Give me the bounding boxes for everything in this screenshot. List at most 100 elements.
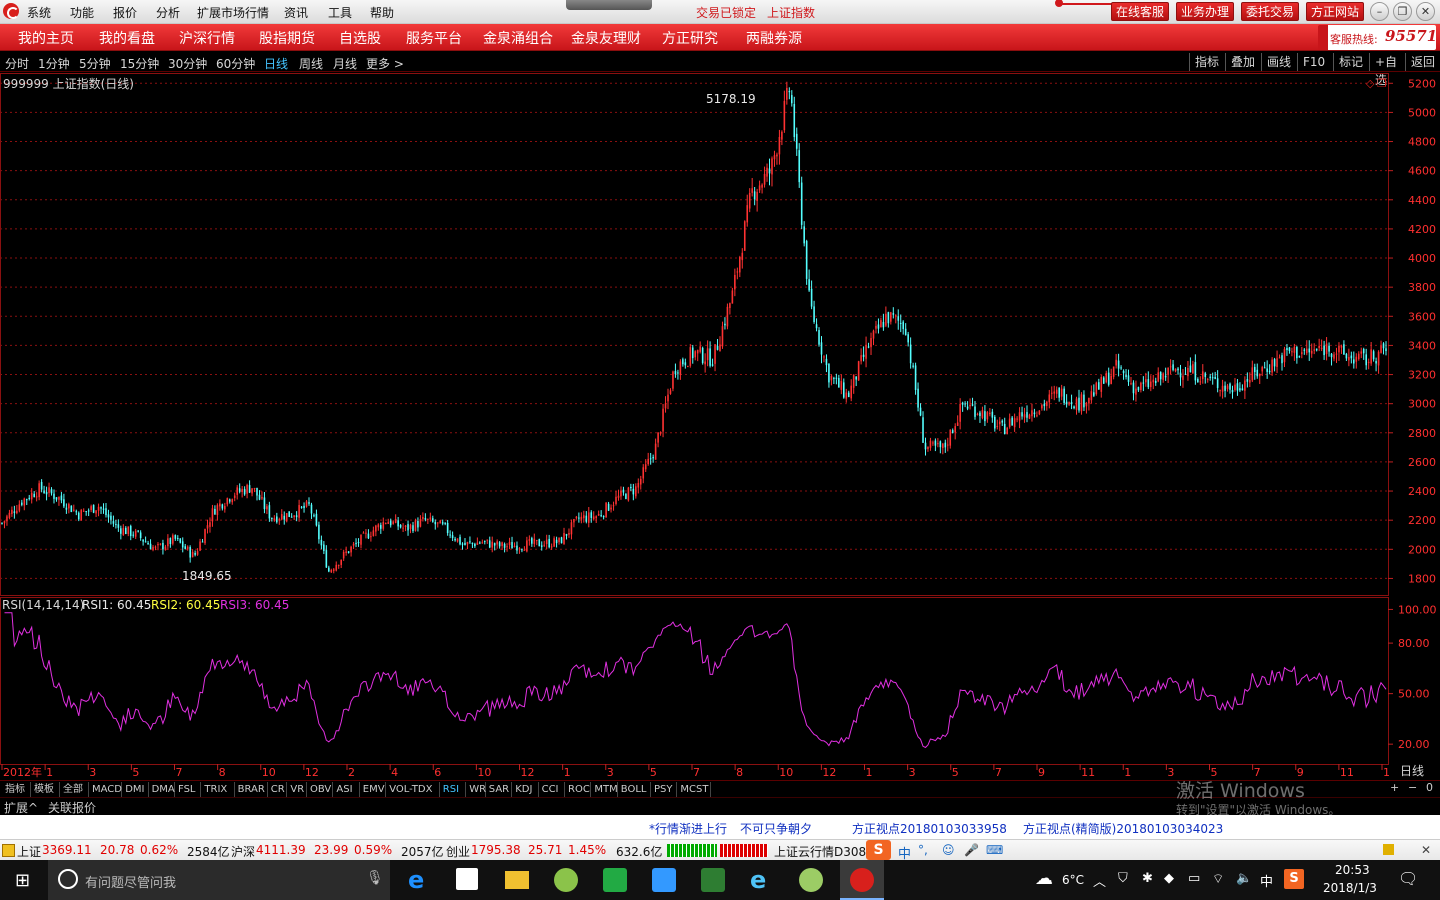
browser-360-icon[interactable]	[554, 868, 578, 892]
ime-voice-icon[interactable]: 🎤	[964, 843, 979, 857]
indicator-tab[interactable]: ASI	[333, 782, 360, 797]
indicator-tab[interactable]: 全部	[60, 782, 89, 797]
mark-button[interactable]: 标记	[1333, 53, 1369, 71]
tray-icon[interactable]	[1383, 844, 1394, 855]
window-icon[interactable]: ❐	[1377, 77, 1387, 90]
iqiyi-icon[interactable]	[701, 868, 725, 892]
back-button[interactable]: 返回	[1405, 53, 1440, 71]
indicator-tab[interactable]: RSI	[440, 782, 467, 797]
sogou-ime-icon[interactable]: S	[866, 840, 891, 860]
period-weekly[interactable]: 周线	[299, 55, 323, 72]
indicator-tab[interactable]: MTM	[591, 782, 618, 797]
news-item[interactable]: 不可只争朝夕	[740, 820, 812, 837]
indicator-tab[interactable]: DMI	[122, 782, 149, 797]
indicator-tab[interactable]: BOLL	[618, 782, 651, 797]
network-diamond-icon[interactable]: ◆	[1164, 871, 1174, 886]
menu-ext-market[interactable]: 扩展市场行情	[197, 4, 269, 21]
period-60min[interactable]: 60分钟	[216, 55, 255, 72]
nav-research[interactable]: 方正研究	[662, 28, 718, 48]
ime-indicator[interactable]: 中	[1260, 871, 1273, 890]
news-item[interactable]: 方正视点(精简版)20180103034023	[1023, 820, 1223, 837]
nav-margin-source[interactable]: 两融券源	[746, 28, 802, 48]
nav-service[interactable]: 服务平台	[406, 28, 462, 48]
video-player-icon[interactable]	[652, 868, 676, 892]
nav-index-futures[interactable]: 股指期货	[259, 28, 315, 48]
transparency-slider[interactable]	[1055, 0, 1114, 11]
ime-punct-icon[interactable]: °,	[918, 843, 928, 857]
period-15min[interactable]: 15分钟	[120, 55, 159, 72]
indicator-tab[interactable]: 模板	[31, 782, 60, 797]
business-button[interactable]: 业务办理	[1176, 2, 1234, 21]
f10-button[interactable]: F10	[1297, 53, 1333, 71]
weather-cloud-icon[interactable]: ☁	[1035, 868, 1053, 889]
period-5min[interactable]: 5分钟	[79, 55, 111, 72]
menu-function[interactable]: 功能	[70, 4, 94, 21]
indicator-tab[interactable]: BRAR	[235, 782, 268, 797]
ime-emoji-icon[interactable]: ☺	[942, 843, 955, 857]
nav-jqy-finance[interactable]: 金泉友理财	[571, 28, 641, 48]
microphone-icon[interactable]: 🎙	[366, 870, 384, 886]
period-monthly[interactable]: 月线	[333, 55, 357, 72]
volume-icon[interactable]: 🔈	[1236, 871, 1252, 886]
news-item[interactable]: 方正视点20180103033958	[852, 820, 1007, 837]
ime-keyboard-icon[interactable]: ⌨	[986, 843, 1003, 857]
nav-watchlist[interactable]: 自选股	[339, 28, 381, 48]
minimize-icon[interactable]: –	[1370, 2, 1389, 21]
indicator-tab[interactable]: WR	[466, 782, 486, 797]
indicator-tab[interactable]: MCST	[677, 782, 711, 797]
file-explorer-icon[interactable]	[505, 871, 529, 889]
period-1min[interactable]: 1分钟	[38, 55, 70, 72]
related-quote-button[interactable]: 关联报价	[48, 799, 96, 816]
founder-website-button[interactable]: 方正网站	[1306, 2, 1364, 21]
indicator-tab[interactable]: ROC	[565, 782, 592, 797]
close-small-icon[interactable]: ✕	[1421, 843, 1431, 857]
zoom-in-icon[interactable]: +	[1390, 781, 1399, 794]
indicator-tab[interactable]: MACD	[89, 782, 123, 797]
expand-button[interactable]: 扩展^	[4, 799, 38, 816]
add-watch-button[interactable]: +自选	[1369, 53, 1405, 87]
nav-hs-market[interactable]: 沪深行情	[179, 28, 235, 48]
indicator-tab[interactable]: 指标	[2, 782, 31, 797]
reset-icon[interactable]: 0	[1426, 781, 1433, 794]
tray-chevron-icon[interactable]: ︿	[1093, 871, 1106, 890]
battery-icon[interactable]: ▭	[1188, 871, 1200, 886]
indicator-tab[interactable]: VR	[287, 782, 307, 797]
indicator-tab[interactable]: SAR	[486, 782, 513, 797]
shield-icon[interactable]: ⛉	[1118, 871, 1128, 886]
indicator-tab[interactable]: PSY	[651, 782, 678, 797]
wifi-icon[interactable]: ⌔	[1212, 871, 1224, 887]
indicator-tab[interactable]: TRIX	[201, 782, 235, 797]
app-icon[interactable]	[799, 868, 823, 892]
menu-analysis[interactable]: 分析	[156, 4, 180, 21]
indicator-tab[interactable]: KDJ	[512, 782, 539, 797]
close-icon[interactable]: ✕	[1416, 2, 1435, 21]
overlay-button[interactable]: 叠加	[1225, 53, 1261, 71]
indicator-tab[interactable]: CR	[268, 782, 288, 797]
indicator-tab[interactable]: VOL-TDX	[386, 782, 440, 797]
cortana-search[interactable]: 有问题尽管问我 🎙	[48, 860, 390, 900]
store-icon[interactable]	[456, 868, 478, 890]
restore-icon[interactable]: ❐	[1393, 2, 1412, 21]
nav-jqy-portfolio[interactable]: 金泉涌组合	[483, 28, 553, 48]
online-service-button[interactable]: 在线客服	[1111, 2, 1169, 21]
diamond-icon[interactable]: ◇	[1366, 77, 1375, 90]
menu-system[interactable]: 系统	[27, 4, 51, 21]
kline-chart[interactable]: 5200 5000 4800 4600 4400 4200 4000 3800 3600 3400…	[0, 73, 1440, 780]
menu-quote[interactable]: 报价	[113, 4, 137, 21]
entrust-trade-button[interactable]: 委托交易	[1241, 2, 1299, 21]
period-more[interactable]: 更多 >	[366, 55, 404, 72]
nav-my-watch[interactable]: 我的看盘	[99, 28, 155, 48]
action-center-icon[interactable]: 🗨	[1398, 869, 1418, 888]
nav-my-home[interactable]: 我的主页	[18, 28, 74, 48]
edge-icon[interactable]: e	[408, 866, 424, 894]
indicator-tab[interactable]: CCI	[539, 782, 565, 797]
sogou-tray-icon[interactable]: S	[1284, 869, 1304, 889]
indicator-button[interactable]: 指标	[1189, 53, 1225, 71]
ie-icon[interactable]: e	[750, 866, 766, 894]
period-30min[interactable]: 30分钟	[168, 55, 207, 72]
menu-info[interactable]: 资讯	[284, 4, 308, 21]
indicator-tab[interactable]: DMA	[149, 782, 175, 797]
zoom-out-icon[interactable]: −	[1408, 781, 1417, 794]
drag-grip[interactable]	[566, 0, 652, 10]
menu-tools[interactable]: 工具	[328, 4, 352, 21]
